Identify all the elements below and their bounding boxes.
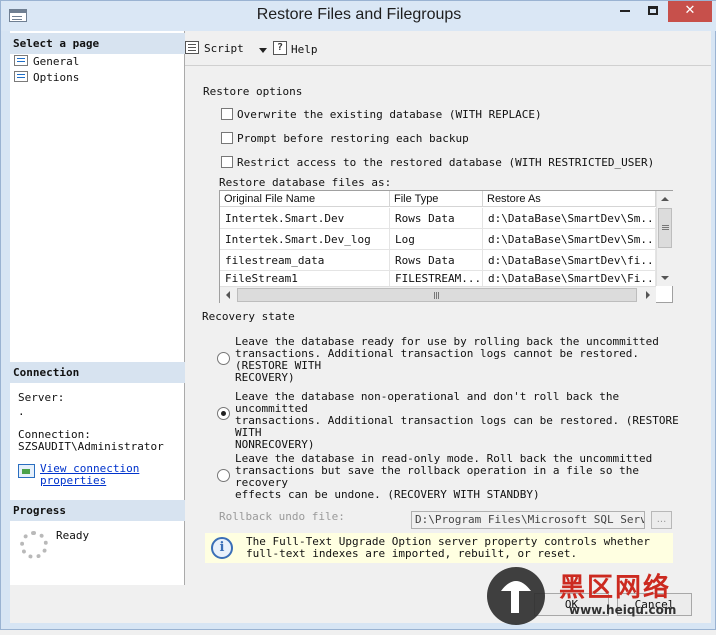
progress-spinner-icon — [20, 531, 48, 559]
rollback-undo-file-label: Rollback undo file: — [219, 510, 345, 523]
column-header-file-type[interactable]: File Type — [390, 191, 483, 207]
scroll-right-icon[interactable] — [646, 291, 650, 299]
table-row[interactable]: Intertek.Smart.Dev_log Log d:\DataBase\S… — [220, 229, 656, 250]
ok-button[interactable]: OK — [534, 593, 609, 616]
page-icon — [14, 55, 28, 66]
overwrite-checkbox[interactable] — [221, 108, 233, 120]
vertical-scroll-thumb[interactable] — [658, 208, 672, 248]
restore-with-norecovery-radio[interactable] — [217, 407, 230, 420]
progress-header: Progress — [10, 500, 185, 521]
maximize-icon — [648, 6, 658, 15]
grid-header: Original File Name File Type Restore As — [220, 191, 656, 207]
page-item-label: General — [33, 55, 80, 68]
toolbar: Script Help — [185, 31, 711, 66]
recovery-option-1-text: Leave the database ready for use by roll… — [235, 336, 695, 384]
info-message: i The Full-Text Upgrade Option server pr… — [205, 533, 673, 563]
restrict-access-checkbox-label: Restrict access to the restored database… — [237, 156, 655, 169]
column-header-original-file-name[interactable]: Original File Name — [220, 191, 390, 207]
script-dropdown-arrow-icon[interactable] — [259, 48, 267, 53]
restrict-access-checkbox[interactable] — [221, 156, 233, 168]
dialog-window: Restore Files and Filegroups ✕ Select a … — [0, 0, 716, 630]
page-item-general[interactable]: General — [14, 55, 79, 69]
scroll-up-icon[interactable] — [661, 197, 669, 201]
cancel-button[interactable]: Cancel — [617, 593, 692, 616]
close-button[interactable]: ✕ — [668, 1, 712, 22]
table-row[interactable]: FileStream1 FILESTREAM... d:\DataBase\Sm… — [220, 271, 656, 286]
title-bar[interactable]: Restore Files and Filegroups ✕ — [1, 1, 716, 31]
option-line: transactions. Additional transaction log… — [235, 414, 679, 439]
cell-file-type: Rows Data — [390, 250, 483, 271]
grid-vertical-scrollbar[interactable] — [656, 191, 673, 286]
prompt-checkbox-label: Prompt before restoring each backup — [237, 132, 469, 145]
info-line: full-text indexes are imported, rebuilt,… — [246, 547, 578, 560]
minimize-button[interactable] — [612, 1, 638, 22]
cell-original-file-name: FileStream1 — [220, 271, 390, 286]
help-icon — [273, 40, 287, 56]
table-row[interactable]: filestream_data Rows Data d:\DataBase\Sm… — [220, 250, 656, 271]
view-connection-properties-link[interactable]: View connection properties — [40, 463, 139, 487]
server-value: . — [18, 405, 25, 418]
recovery-option-2-text: Leave the database non-operational and d… — [235, 391, 695, 451]
overwrite-checkbox-label: Overwrite the existing database (WITH RE… — [237, 108, 542, 121]
column-header-restore-as[interactable]: Restore As — [483, 191, 656, 207]
restore-files-grid[interactable]: Original File Name File Type Restore As … — [219, 190, 673, 303]
browse-undo-file-button[interactable]: ... — [651, 511, 672, 529]
cell-file-type: Log — [390, 229, 483, 250]
window-title: Restore Files and Filegroups — [256, 6, 462, 23]
connection-value: SZSAUDIT\Administrator — [18, 440, 164, 453]
grid-horizontal-scrollbar[interactable] — [220, 286, 656, 303]
recovery-with-standby-radio[interactable] — [217, 469, 230, 482]
select-page-header: Select a page — [10, 33, 185, 54]
minimize-icon — [620, 9, 630, 12]
restore-options-heading: Restore options — [203, 85, 303, 98]
cell-restore-as[interactable]: d:\DataBase\SmartDev\Sm... — [483, 208, 656, 229]
restore-files-label: Restore database files as: — [219, 176, 392, 189]
scroll-down-icon[interactable] — [661, 276, 669, 280]
info-icon: i — [211, 537, 233, 559]
option-line: Leave the database non-operational and d… — [235, 390, 620, 415]
right-panel: Script Help Restore options Overwrite th… — [185, 31, 711, 585]
maximize-button[interactable] — [640, 1, 666, 22]
page-item-label: Options — [33, 71, 80, 84]
cell-restore-as[interactable]: d:\DataBase\SmartDev\Fi... — [483, 271, 656, 286]
page-item-options[interactable]: Options — [14, 71, 79, 85]
option-line: effects can be undone. (RECOVERY WITH ST… — [235, 488, 540, 501]
prompt-checkbox[interactable] — [221, 132, 233, 144]
script-button[interactable]: Script — [185, 41, 244, 57]
options-page: Restore options Overwrite the existing d… — [185, 66, 711, 585]
page-icon — [14, 71, 28, 82]
recovery-state-heading: Recovery state — [202, 310, 295, 323]
rollback-undo-file-input[interactable]: D:\Program Files\Microsoft SQL Server\ — [411, 511, 645, 529]
server-label: Server: — [18, 391, 65, 404]
option-line: RECOVERY) — [235, 371, 295, 384]
horizontal-scroll-thumb[interactable] — [237, 288, 637, 302]
option-line: transactions. Additional transaction log… — [235, 347, 639, 372]
info-text: The Full-Text Upgrade Option server prop… — [246, 536, 666, 560]
cell-original-file-name: Intertek.Smart.Dev — [220, 208, 390, 229]
left-panel: Select a page General Options Connection… — [10, 31, 185, 585]
cell-original-file-name: filestream_data — [220, 250, 390, 271]
recovery-with-recovery-radio[interactable] — [217, 352, 230, 365]
script-label: Script — [204, 42, 244, 55]
connection-properties-icon — [18, 464, 35, 478]
help-label: Help — [291, 43, 318, 56]
progress-status: Ready — [56, 529, 90, 542]
cell-file-type: Rows Data — [390, 208, 483, 229]
dialog-client-area: Select a page General Options Connection… — [10, 31, 711, 623]
cell-file-type: FILESTREAM... — [390, 271, 483, 286]
link-line-2: properties — [40, 474, 107, 487]
cell-restore-as[interactable]: d:\DataBase\SmartDev\Sm... — [483, 229, 656, 250]
close-icon: ✕ — [684, 3, 696, 18]
cell-restore-as[interactable]: d:\DataBase\SmartDev\fi... — [483, 250, 656, 271]
recovery-option-3-text: Leave the database in read-only mode. Ro… — [235, 453, 695, 501]
script-icon — [185, 41, 199, 54]
option-line: NONRECOVERY) — [235, 438, 315, 451]
connection-header: Connection — [10, 362, 185, 383]
table-row[interactable]: Intertek.Smart.Dev Rows Data d:\DataBase… — [220, 208, 656, 229]
help-button[interactable]: Help — [273, 40, 318, 57]
option-line: transactions but save the rollback opera… — [235, 464, 639, 489]
cell-original-file-name: Intertek.Smart.Dev_log — [220, 229, 390, 250]
scroll-left-icon[interactable] — [226, 291, 230, 299]
